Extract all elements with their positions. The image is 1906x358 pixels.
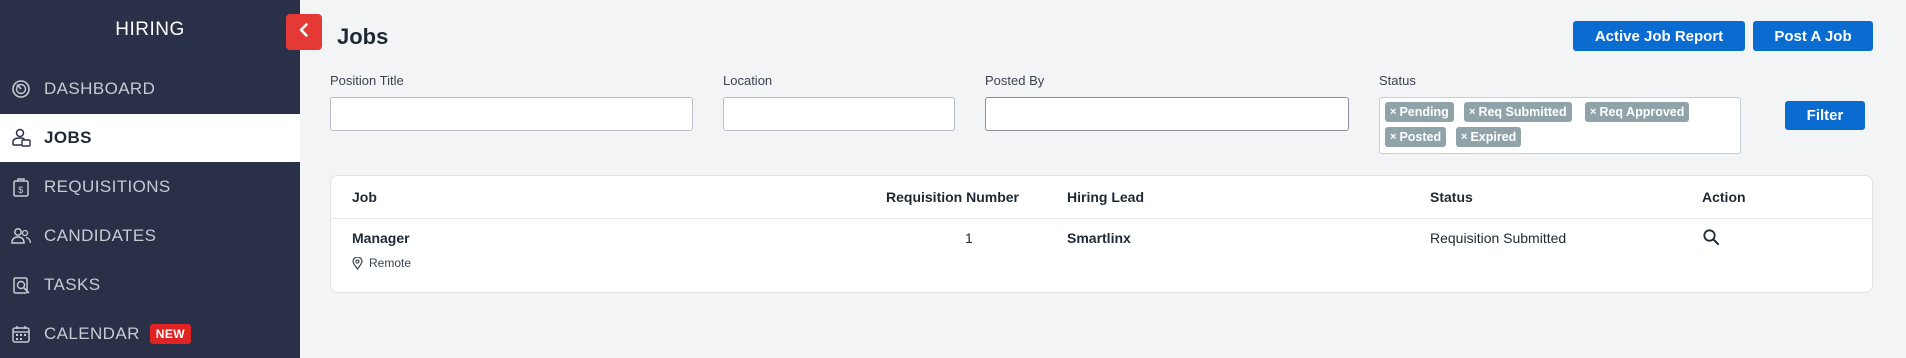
remove-chip-icon[interactable]: × (1390, 131, 1396, 143)
position-title-input[interactable] (330, 97, 693, 131)
position-title-label: Position Title (330, 73, 404, 88)
post-job-button[interactable]: Post A Job (1753, 21, 1873, 51)
posted-by-label: Posted By (985, 73, 1045, 88)
page-title: Jobs (337, 24, 389, 49)
posted-by-input[interactable] (985, 97, 1349, 131)
status-chip-pending[interactable]: × Pending (1385, 102, 1454, 122)
sidebar-item-calendar[interactable]: CALENDAR NEW (0, 310, 300, 358)
column-header-requisition-number[interactable]: Requisition Number (886, 189, 1019, 205)
sidebar-item-label: TASKS (44, 275, 101, 294)
filter-button[interactable]: Filter (1785, 101, 1865, 130)
status-chip-req-approved[interactable]: × Req Approved (1585, 102, 1690, 122)
sidebar-item-tasks[interactable]: TASKS (0, 261, 300, 309)
sidebar-item-dashboard[interactable]: DASHBOARD (0, 65, 300, 113)
svg-text:$: $ (18, 185, 23, 195)
status-chip-expired[interactable]: × Expired (1456, 127, 1522, 147)
column-header-hiring-lead[interactable]: Hiring Lead (1067, 189, 1144, 205)
column-header-job[interactable]: Job (352, 189, 377, 205)
status-chip-posted[interactable]: × Posted (1385, 127, 1447, 147)
sidebar: HIRING DASHBOARD JOBS $ REQUISITIONS CAN… (0, 0, 300, 358)
status-label: Status (1379, 73, 1416, 88)
sidebar-item-jobs[interactable]: JOBS (0, 114, 300, 162)
status-chip-req-submitted[interactable]: × Req Submitted (1464, 102, 1572, 122)
remove-chip-icon[interactable]: × (1469, 106, 1475, 118)
remove-chip-icon[interactable]: × (1390, 106, 1396, 118)
dashboard-icon (10, 78, 32, 100)
requisition-number: 1 (965, 230, 973, 246)
jobs-icon (10, 127, 32, 149)
job-title[interactable]: Manager (352, 230, 410, 246)
sidebar-item-label: JOBS (44, 128, 92, 147)
sidebar-item-label: CALENDAR (44, 324, 140, 343)
remove-chip-icon[interactable]: × (1461, 131, 1467, 143)
sidebar-item-label: DASHBOARD (44, 79, 156, 98)
column-header-status[interactable]: Status (1430, 189, 1473, 205)
sidebar-item-label: CANDIDATES (44, 226, 157, 245)
calendar-icon (10, 323, 32, 345)
tasks-icon (10, 274, 32, 296)
location-input[interactable] (723, 97, 955, 131)
collapse-sidebar-button[interactable] (286, 14, 322, 50)
status-multiselect[interactable]: × Pending × Req Submitted × Req Approved × P… (1379, 97, 1741, 154)
sidebar-title: HIRING (115, 19, 185, 40)
table-header: Job Requisition Number Hiring Lead Statu… (331, 176, 1872, 219)
search-icon[interactable] (1702, 228, 1720, 249)
candidates-icon (10, 225, 32, 247)
sidebar-item-label: REQUISITIONS (44, 177, 171, 196)
requisitions-icon: $ (10, 176, 32, 198)
chevron-left-icon (296, 22, 312, 43)
new-badge: NEW (149, 324, 191, 344)
job-status: Requisition Submitted (1430, 230, 1567, 246)
location-pin-icon (352, 256, 363, 270)
sidebar-item-requisitions[interactable]: $ REQUISITIONS (0, 163, 300, 211)
hiring-lead: Smartlinx (1067, 230, 1131, 246)
column-header-action: Action (1702, 189, 1746, 205)
jobs-table: Job Requisition Number Hiring Lead Statu… (330, 175, 1873, 293)
sidebar-item-candidates[interactable]: CANDIDATES (0, 212, 300, 260)
location-label: Location (723, 73, 773, 88)
remove-chip-icon[interactable]: × (1590, 106, 1596, 118)
active-job-report-button[interactable]: Active Job Report (1573, 21, 1745, 51)
job-location: Remote (352, 256, 411, 270)
